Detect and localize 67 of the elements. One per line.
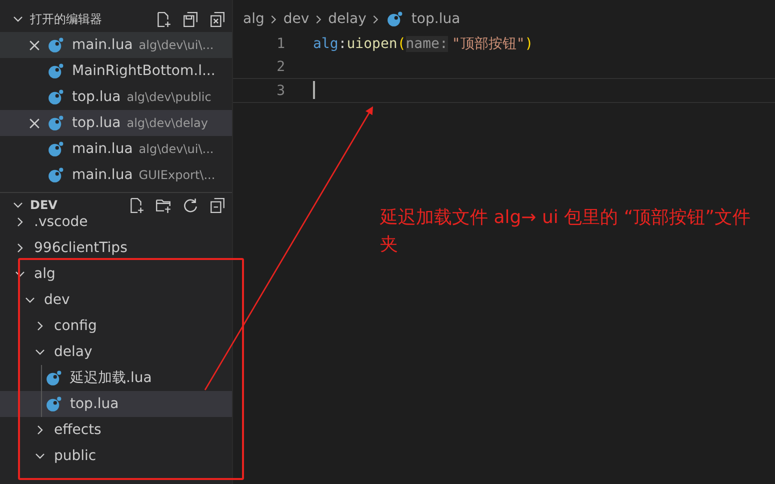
file-path: alg\dev\public — [126, 90, 212, 104]
file-path: alg\dev\delay — [126, 116, 208, 130]
breadcrumb[interactable]: top.lua — [411, 11, 460, 27]
close-icon[interactable] — [29, 118, 40, 128]
breadcrumb[interactable]: dev — [283, 11, 310, 27]
breadcrumb[interactable]: delay — [328, 11, 366, 27]
lua-file-icon — [48, 167, 64, 183]
tree-item-label: 延迟加载.lua — [70, 369, 152, 387]
open-editor-item[interactable]: top.lua alg\dev\delay — [0, 110, 232, 136]
tree-item-label: dev — [44, 292, 70, 308]
tree-item-label: public — [54, 448, 96, 464]
new-folder-icon[interactable] — [155, 196, 172, 214]
tree-item[interactable]: dev — [0, 287, 232, 313]
tree-item[interactable]: alg — [0, 261, 232, 287]
line-number: 1 — [276, 36, 285, 52]
open-editors-header[interactable]: 打开的编辑器 — [0, 6, 232, 32]
file-name: main.lua — [72, 167, 133, 183]
section-title: DEV — [30, 198, 58, 212]
lua-file-icon — [46, 370, 62, 386]
save-all-icon[interactable] — [182, 10, 199, 28]
tree-item-label: alg — [34, 266, 56, 282]
open-editor-item[interactable]: main.lua alg\dev\ui\... — [0, 136, 232, 162]
file-path: alg\dev\ui\... — [138, 142, 214, 156]
tree-item[interactable]: effects — [0, 417, 232, 443]
collapse-all-icon[interactable] — [209, 196, 226, 214]
tree-item-label: effects — [54, 422, 102, 438]
file-name: MainRightBottom.l... — [72, 63, 216, 79]
lua-file-icon — [48, 63, 64, 79]
tree-item-label: top.lua — [70, 396, 119, 412]
open-editor-item[interactable]: top.lua alg\dev\public — [0, 84, 232, 110]
lua-file-icon — [48, 141, 64, 157]
new-file-icon[interactable] — [128, 196, 145, 214]
tree-item[interactable]: 996clientTips — [0, 235, 232, 261]
lua-file-icon — [48, 89, 64, 105]
open-editor-item[interactable]: MainRightBottom.l... — [0, 58, 232, 84]
tree-item-label: config — [54, 318, 97, 334]
explorer-header[interactable]: DEV — [0, 192, 232, 217]
file-path: alg\dev\ui\... — [138, 38, 214, 52]
annotation-text: 延迟加载文件 alg→ ui 包里的 “顶部按钮”文件夹 — [380, 206, 752, 257]
file-name: top.lua — [72, 115, 121, 131]
tree-item[interactable]: config — [0, 313, 232, 339]
file-name: main.lua — [72, 141, 133, 157]
file-name: main.lua — [72, 37, 133, 53]
tree-item-label: .vscode — [34, 214, 88, 230]
line-number: 2 — [276, 58, 285, 74]
tree-item[interactable]: delay — [0, 339, 232, 365]
tree-item[interactable]: 延迟加载.lua — [0, 365, 232, 391]
close-all-icon[interactable] — [209, 10, 226, 28]
file-name: top.lua — [72, 89, 121, 105]
line-number: 3 — [276, 82, 285, 98]
tree-item-label: delay — [54, 344, 92, 360]
new-file-icon[interactable] — [155, 10, 172, 28]
breadcrumb[interactable]: alg — [243, 11, 264, 27]
tree-item[interactable]: top.lua — [0, 391, 232, 417]
lua-file-icon — [48, 115, 64, 131]
open-editor-item[interactable]: main.lua GUIExport\... — [0, 162, 232, 188]
open-editor-item[interactable]: main.lua alg\dev\ui\... — [0, 32, 232, 58]
lua-file-icon — [387, 11, 404, 27]
tree-item[interactable]: public — [0, 443, 232, 469]
file-path: GUIExport\... — [138, 168, 216, 182]
lua-file-icon — [46, 396, 62, 412]
refresh-icon[interactable] — [182, 196, 199, 214]
code-line: alg:uiopen(name: "顶部按钮") — [313, 34, 534, 52]
close-icon[interactable] — [29, 40, 40, 50]
tree-item-label: 996clientTips — [34, 240, 128, 256]
lua-file-icon — [48, 37, 64, 53]
section-title: 打开的编辑器 — [30, 10, 102, 28]
